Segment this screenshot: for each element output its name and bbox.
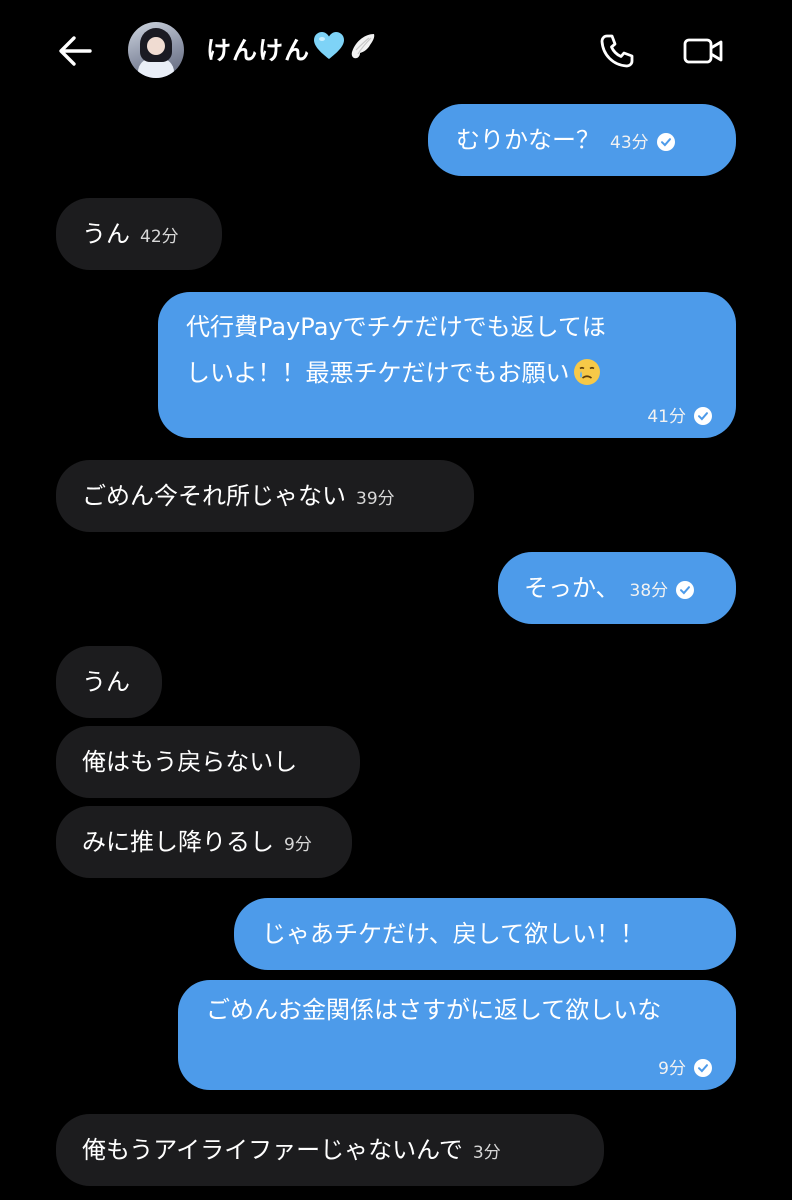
message-text: じゃあチケだけ、戻して欲しい！！: [262, 920, 645, 948]
message-incoming[interactable]: ごめん今それ所じゃない 39分: [56, 460, 474, 532]
message-time: 38分: [629, 581, 669, 601]
message-incoming[interactable]: みに推し降りるし 9分: [56, 806, 352, 878]
message-time: 39分: [356, 489, 395, 509]
read-check-icon: [676, 581, 695, 599]
message-incoming[interactable]: 俺もうアイライファーじゃないんで 3分: [56, 1114, 604, 1186]
message-outgoing[interactable]: 代行費PayPayでチケだけでも返してほしいよ！！最悪チケだけでもお願い 41分: [158, 292, 736, 438]
message-text: ごめんお金関係はさすがに返して欲しいな: [206, 996, 662, 1024]
message-outgoing[interactable]: むりかなー？ 43分: [428, 104, 736, 176]
message-text: 俺もうアイライファーじゃないんで: [82, 1136, 463, 1164]
message-text: 俺はもう戻らないし: [82, 748, 298, 776]
video-camera-icon: [683, 38, 723, 64]
message-text: うん: [82, 220, 130, 248]
contact-avatar[interactable]: [128, 22, 184, 78]
read-check-icon: [694, 1059, 712, 1077]
message-incoming[interactable]: 俺はもう戻らないし: [56, 726, 360, 798]
read-check-icon: [656, 133, 675, 151]
crying-face-emoji: [573, 359, 600, 385]
message-outgoing[interactable]: ごめんお金関係はさすがに返して欲しいな 9分: [178, 980, 736, 1090]
message-outgoing[interactable]: じゃあチケだけ、戻して欲しい！！: [234, 898, 736, 970]
contact-name: けんけん: [206, 36, 311, 65]
read-check-icon: [694, 407, 712, 425]
phone-icon: [600, 34, 634, 68]
light-blue-heart-emoji: [312, 30, 346, 74]
message-text: 代行費PayPayでチケだけでも返してほしいよ！！最悪チケだけでもお願い: [186, 313, 606, 387]
message-time: 42分: [140, 227, 179, 247]
message-text: そっか、: [524, 574, 620, 602]
message-time: 43分: [610, 133, 649, 153]
message-incoming[interactable]: うん: [56, 646, 162, 718]
message-outgoing[interactable]: そっか、 38分: [498, 552, 736, 624]
message-time: 9分: [658, 1059, 686, 1079]
message-text: むりかなー？: [456, 126, 600, 154]
message-text: うん: [82, 668, 130, 696]
left-arrow-icon: [59, 36, 92, 66]
message-time: 9分: [284, 835, 312, 855]
message-meta: 41分: [647, 401, 712, 430]
message-time: 41分: [647, 407, 686, 427]
angel-wing-emoji: [348, 30, 378, 74]
video-call-button[interactable]: [682, 34, 724, 68]
message-body: 代行費PayPayでチケだけでも返してほしいよ！！最悪チケだけでもお願い: [186, 304, 626, 396]
voice-call-button[interactable]: [598, 32, 636, 70]
message-time: 3分: [472, 1143, 501, 1163]
message-incoming[interactable]: うん 42分: [56, 198, 222, 270]
chat-header: けんけん: [0, 0, 792, 100]
message-meta: 9分: [658, 1053, 712, 1082]
message-body: ごめんお金関係はさすがに返して欲しいな: [206, 990, 706, 1030]
message-text: ごめん今それ所じゃない: [82, 482, 346, 510]
message-text: みに推し降りるし: [82, 828, 274, 856]
contact-name-row[interactable]: けんけん: [206, 30, 378, 74]
back-button[interactable]: [56, 34, 94, 68]
